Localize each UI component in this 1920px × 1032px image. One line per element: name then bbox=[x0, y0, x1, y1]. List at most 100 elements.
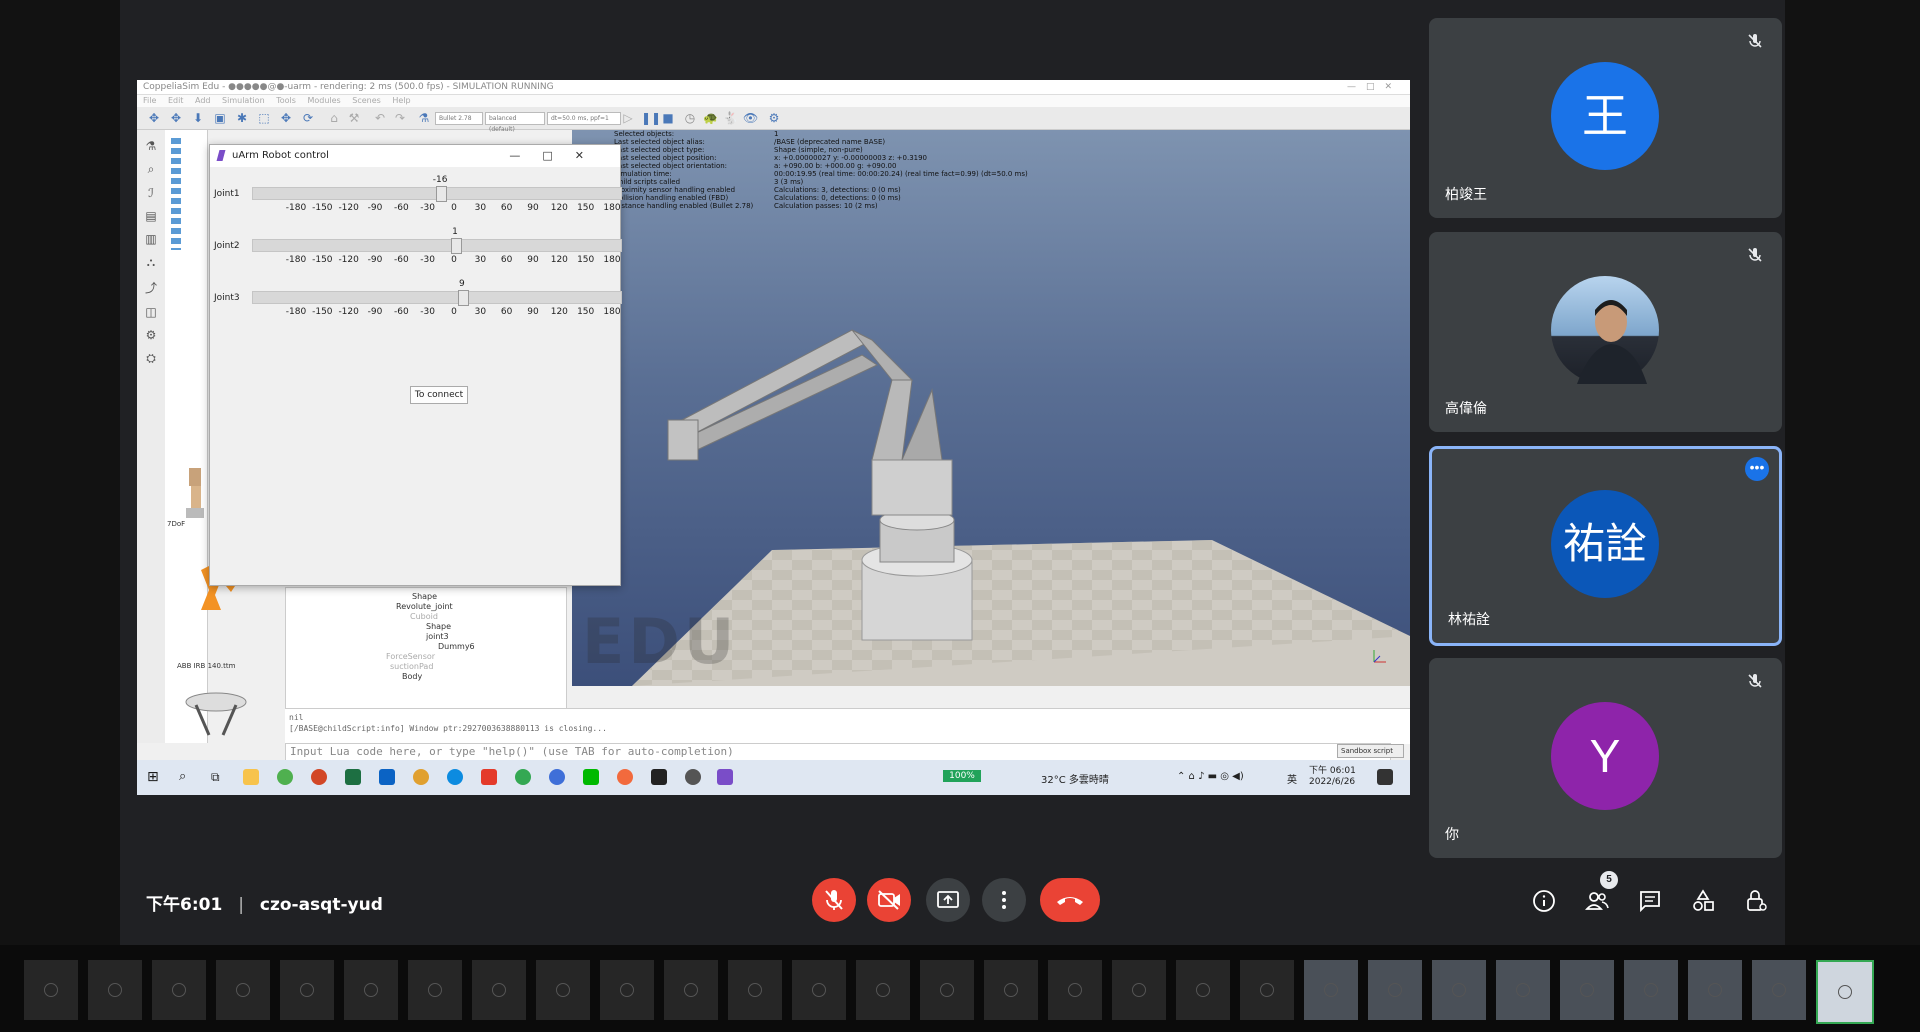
uarm-window-controls[interactable]: —□✕ bbox=[509, 145, 606, 167]
more-options-button[interactable] bbox=[982, 878, 1026, 922]
filmstrip-thumbnail[interactable] bbox=[152, 960, 206, 1020]
tree-item[interactable]: suctionPad bbox=[390, 662, 433, 671]
camera-toggle-button[interactable] bbox=[867, 878, 911, 922]
joint2-slider-thumb[interactable] bbox=[450, 238, 462, 254]
filmstrip-thumbnail[interactable] bbox=[472, 960, 526, 1020]
filmstrip-thumbnail[interactable] bbox=[856, 960, 910, 1020]
paint-icon[interactable] bbox=[413, 769, 429, 785]
activities-button[interactable] bbox=[1690, 888, 1716, 914]
settings-icon[interactable]: ⚙ bbox=[137, 328, 165, 342]
participant-tile-self[interactable]: Y 你 bbox=[1429, 658, 1782, 858]
dynamics-icon[interactable]: ⚗ bbox=[417, 111, 431, 125]
pen-app-icon[interactable] bbox=[717, 769, 733, 785]
realtime-icon[interactable]: ◷ bbox=[683, 111, 697, 125]
engine-select[interactable]: Bullet 2.78 bbox=[435, 112, 483, 125]
mic-toggle-button[interactable] bbox=[812, 878, 856, 922]
tree-item[interactable]: ForceSensor bbox=[386, 652, 435, 661]
filmstrip-thumbnail[interactable] bbox=[1112, 960, 1166, 1020]
joint1-slider[interactable] bbox=[252, 186, 622, 202]
chat-button[interactable] bbox=[1637, 888, 1663, 914]
task-view-icon[interactable]: ⧉ bbox=[211, 769, 227, 785]
click-select-icon[interactable]: ⬚ bbox=[257, 111, 271, 125]
outlook-icon[interactable] bbox=[379, 769, 395, 785]
tree-item[interactable]: Shape bbox=[412, 592, 437, 601]
redo-icon[interactable]: ↷ bbox=[393, 111, 407, 125]
filmstrip-thumbnail[interactable] bbox=[536, 960, 590, 1020]
coppeliasim-icon[interactable] bbox=[617, 769, 633, 785]
object-rotate-icon[interactable]: ⟳ bbox=[301, 111, 315, 125]
chrome-icon[interactable] bbox=[515, 769, 531, 785]
play-icon[interactable]: ▷ bbox=[621, 111, 635, 125]
filmstrip-thumbnail[interactable] bbox=[1432, 960, 1486, 1020]
layers-icon[interactable]: ◫ bbox=[137, 305, 165, 319]
participant-tile-active[interactable]: 祐詮 ••• 林祐詮 bbox=[1429, 446, 1782, 646]
filmstrip-thumbnail[interactable] bbox=[1688, 960, 1742, 1020]
filmstrip-thumbnail[interactable] bbox=[984, 960, 1038, 1020]
undo-icon[interactable]: ↶ bbox=[373, 111, 387, 125]
taskbar-date[interactable]: 2022/6/26 bbox=[1309, 777, 1355, 787]
collections-icon[interactable]: ⛬ bbox=[137, 255, 165, 270]
search-icon[interactable]: ⌕ bbox=[179, 769, 195, 785]
script-icon[interactable]: ℐ bbox=[137, 186, 165, 200]
filmstrip-thumbnail[interactable] bbox=[24, 960, 78, 1020]
menu-file[interactable]: File bbox=[143, 96, 156, 105]
camera-fly-icon[interactable]: ✱ bbox=[235, 111, 249, 125]
participant-tile[interactable]: 王 柏竣王 bbox=[1429, 18, 1782, 218]
tray-icons[interactable]: ⌃ ⌂ ♪ ▬ ◎ ◀) bbox=[1177, 771, 1244, 782]
filmstrip-thumbnail[interactable] bbox=[1304, 960, 1358, 1020]
excel-icon[interactable] bbox=[345, 769, 361, 785]
menu-add[interactable]: Add bbox=[195, 96, 211, 105]
model-browser-icon[interactable]: ⚗ bbox=[137, 139, 165, 153]
delta-robot-thumbnail[interactable] bbox=[181, 690, 247, 750]
scene-hierarchy-icon[interactable]: ⚙ bbox=[767, 111, 781, 125]
filmstrip-thumbnail[interactable] bbox=[600, 960, 654, 1020]
ime-indicator[interactable]: 英 bbox=[1287, 771, 1297, 786]
weather-widget[interactable]: 32°C 多雲時晴 bbox=[1041, 771, 1109, 786]
filmstrip-thumbnail[interactable] bbox=[1816, 960, 1874, 1024]
menu-tools[interactable]: Tools bbox=[276, 96, 296, 105]
assemble-icon[interactable]: ⌂ bbox=[327, 111, 341, 125]
tree-item[interactable]: Dummy6 bbox=[438, 642, 475, 651]
connect-button[interactable]: To connect bbox=[410, 386, 468, 404]
tree-item[interactable]: Body bbox=[402, 672, 422, 681]
camera-pan-icon[interactable]: ✥ bbox=[147, 111, 161, 125]
filmstrip-thumbnail[interactable] bbox=[1496, 960, 1550, 1020]
filmstrip-thumbnail[interactable] bbox=[1240, 960, 1294, 1020]
filmstrip-thumbnail[interactable] bbox=[664, 960, 718, 1020]
tree-item[interactable]: joint3 bbox=[426, 632, 449, 641]
accuracy-select[interactable]: balanced (default) bbox=[485, 112, 545, 133]
path-icon[interactable]: ⤴ bbox=[137, 279, 165, 296]
script-context-select[interactable]: Sandbox script bbox=[1337, 744, 1404, 758]
filmstrip-thumbnail[interactable] bbox=[344, 960, 398, 1020]
file-explorer-icon[interactable] bbox=[243, 769, 259, 785]
tree-item[interactable]: Shape bbox=[426, 622, 451, 631]
selection-icon[interactable]: ⛭ bbox=[137, 351, 165, 366]
host-controls-button[interactable] bbox=[1743, 888, 1769, 914]
camera-fit-icon[interactable]: ▣ bbox=[213, 111, 227, 125]
filmstrip-thumbnail[interactable] bbox=[920, 960, 974, 1020]
joint3-slider-thumb[interactable] bbox=[457, 290, 469, 306]
taskbar-clock[interactable]: 下午 06:01 bbox=[1309, 763, 1356, 776]
slower-icon[interactable]: 🐢 bbox=[703, 111, 718, 125]
calc-modules-icon[interactable]: ▥ bbox=[137, 232, 165, 246]
filmstrip-thumbnail[interactable] bbox=[1560, 960, 1614, 1020]
line-icon[interactable] bbox=[583, 769, 599, 785]
object-shift-icon[interactable]: ✥ bbox=[279, 111, 293, 125]
timestep-select[interactable]: dt=50.0 ms, ppf=1 bbox=[547, 112, 621, 125]
stop-icon[interactable]: ■ bbox=[661, 111, 675, 125]
joint3-slider[interactable] bbox=[252, 290, 622, 306]
obs-icon[interactable] bbox=[685, 769, 701, 785]
filmstrip-thumbnail[interactable] bbox=[1752, 960, 1806, 1020]
lua-command-input[interactable]: Input Lua code here, or type "help()" (u… bbox=[285, 743, 1391, 761]
chrome-alt-icon[interactable] bbox=[549, 769, 565, 785]
filmstrip-thumbnail[interactable] bbox=[728, 960, 782, 1020]
joint2-slider[interactable] bbox=[252, 238, 622, 254]
participant-tile[interactable]: 高偉倫 bbox=[1429, 232, 1782, 432]
meeting-details-button[interactable] bbox=[1531, 888, 1557, 914]
faster-icon[interactable]: 🐇 bbox=[723, 111, 738, 125]
zoom-icon[interactable]: ⌕ bbox=[137, 162, 165, 177]
filmstrip-thumbnail[interactable] bbox=[280, 960, 334, 1020]
transfer-dna-icon[interactable]: ⚒ bbox=[347, 111, 361, 125]
menu-edit[interactable]: Edit bbox=[168, 96, 184, 105]
notification-icon[interactable] bbox=[1377, 769, 1393, 785]
